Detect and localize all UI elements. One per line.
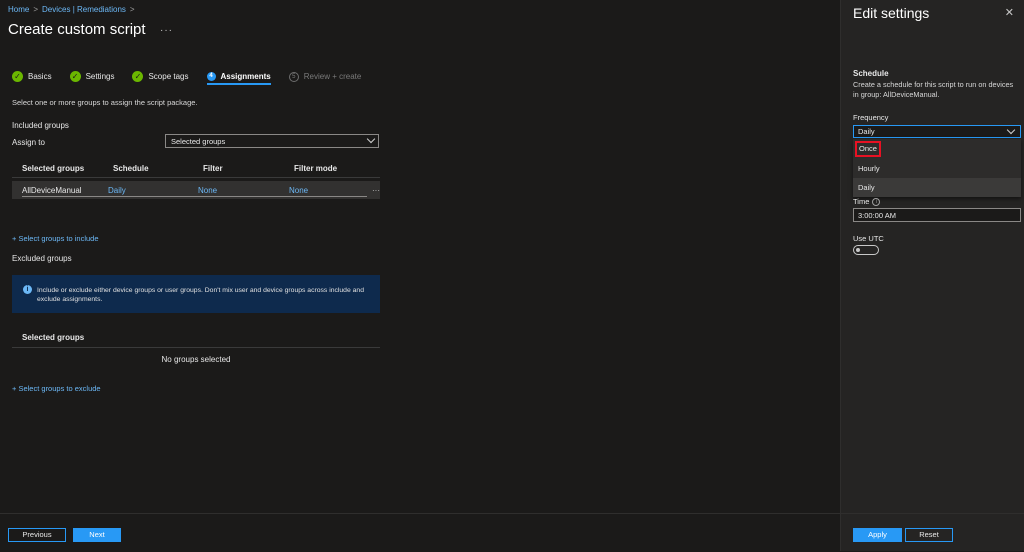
step-label: Basics <box>28 72 52 81</box>
checkmark-icon: ✓ <box>132 71 144 82</box>
close-icon[interactable]: ✕ <box>1005 6 1014 19</box>
wizard-steps: ✓ Basics ✓ Settings ✓ Scope tags 4 Assig… <box>12 71 379 85</box>
frequency-dropdown[interactable]: Daily <box>853 125 1021 138</box>
info-icon[interactable]: i <box>872 198 881 207</box>
time-label-text: Time <box>853 197 870 206</box>
breadcrumb-separator: > <box>129 5 135 14</box>
row-divider <box>22 196 367 197</box>
checkmark-icon: ✓ <box>69 71 81 82</box>
panel-title: Edit settings <box>853 5 930 21</box>
assignments-intro: Select one or more groups to assign the … <box>12 98 198 107</box>
schedule-link[interactable]: Daily <box>108 186 126 195</box>
column-header-selected-groups: Selected groups <box>22 333 85 342</box>
step-number-icon: 4 <box>206 72 216 81</box>
row-more-icon[interactable]: ··· <box>372 186 380 195</box>
select-groups-to-exclude-link[interactable]: + Select groups to exclude <box>12 384 101 393</box>
select-groups-to-include-link[interactable]: + Select groups to include <box>12 234 99 243</box>
option-label: Hourly <box>858 164 880 173</box>
column-header-filter-mode: Filter mode <box>294 164 338 173</box>
toggle-knob <box>856 248 860 252</box>
schedule-heading: Schedule <box>853 69 889 78</box>
main-blade: Home > Devices | Remediations > Create c… <box>0 0 840 551</box>
step-basics[interactable]: ✓ Basics <box>12 71 52 82</box>
use-utc-label: Use UTC <box>853 234 884 243</box>
included-groups-heading: Included groups <box>12 121 69 130</box>
breadcrumb: Home > Devices | Remediations > <box>8 5 135 14</box>
step-review-create[interactable]: 5 Review + create <box>288 71 362 82</box>
step-scope-tags[interactable]: ✓ Scope tags <box>132 71 189 82</box>
chevron-down-icon <box>1006 125 1016 135</box>
frequency-options-list: Once Hourly Daily <box>853 139 1021 197</box>
time-label: Time i <box>853 197 881 207</box>
more-options-icon[interactable]: ··· <box>160 25 173 36</box>
step-settings[interactable]: ✓ Settings <box>69 71 115 82</box>
group-name-cell: AllDeviceManual <box>22 186 82 195</box>
excluded-groups-heading: Excluded groups <box>12 254 72 263</box>
column-header-selected-groups: Selected groups <box>22 164 85 173</box>
step-label: Assignments <box>220 72 271 81</box>
info-banner-text: Include or exclude either device groups … <box>37 287 364 303</box>
step-assignments[interactable]: 4 Assignments <box>206 72 271 85</box>
breadcrumb-devices-link[interactable]: Devices | Remediations <box>42 5 126 14</box>
chevron-down-icon <box>366 134 376 144</box>
reset-button[interactable]: Reset <box>905 528 953 542</box>
option-label: Once <box>855 141 881 157</box>
breadcrumb-separator: > <box>33 5 39 14</box>
checkmark-icon: ✓ <box>12 71 23 82</box>
step-label: Scope tags <box>148 72 189 81</box>
previous-button[interactable]: Previous <box>8 528 66 542</box>
step-number-icon: 5 <box>288 71 299 82</box>
schedule-description: Create a schedule for this script to run… <box>853 80 1014 99</box>
time-input[interactable]: 3:00:00 AM <box>853 208 1021 222</box>
filter-link[interactable]: None <box>198 186 217 195</box>
frequency-value: Daily <box>858 127 875 136</box>
edit-settings-panel: Edit settings ✕ Schedule Create a schedu… <box>840 0 1024 551</box>
column-header-schedule: Schedule <box>113 164 149 173</box>
apply-button[interactable]: Apply <box>853 528 902 542</box>
step-label: Review + create <box>303 72 362 81</box>
included-groups-table-header: Selected groups Schedule Filter Filter m… <box>12 159 380 178</box>
page-title: Create custom script <box>8 21 146 38</box>
assign-to-value: Selected groups <box>171 137 226 146</box>
frequency-label: Frequency <box>853 113 889 122</box>
breadcrumb-home-link[interactable]: Home <box>8 5 29 14</box>
no-groups-message: No groups selected <box>161 355 231 364</box>
info-banner: i Include or exclude either device group… <box>12 275 380 313</box>
table-row[interactable]: AllDeviceManual Daily None None ··· <box>12 181 380 199</box>
use-utc-toggle[interactable] <box>853 245 879 255</box>
excluded-groups-table-header: Selected groups <box>12 330 380 348</box>
next-button[interactable]: Next <box>73 528 121 542</box>
frequency-option-once[interactable]: Once <box>853 139 1021 158</box>
frequency-option-hourly[interactable]: Hourly <box>853 159 1021 178</box>
assign-to-dropdown[interactable]: Selected groups <box>165 134 379 148</box>
wizard-footer: Previous Next <box>0 513 840 552</box>
assign-to-label: Assign to <box>12 138 45 147</box>
info-icon: i <box>23 285 32 294</box>
column-header-filter: Filter <box>203 164 223 173</box>
filter-mode-link[interactable]: None <box>289 186 308 195</box>
panel-footer: Apply Reset <box>841 513 1024 552</box>
frequency-option-daily[interactable]: Daily <box>853 178 1021 197</box>
option-label: Daily <box>858 183 875 192</box>
step-label: Settings <box>85 72 115 81</box>
